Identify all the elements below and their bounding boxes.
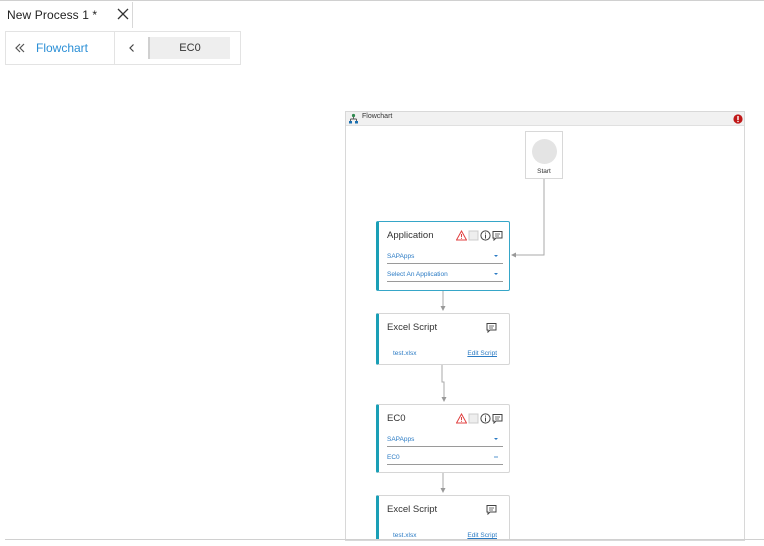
chevron-down-icon [494,438,498,440]
double-chevron-left-icon[interactable] [14,42,26,54]
application-field-1[interactable]: SAPApps [387,252,503,264]
breadcrumb: Flowchart EC0 [5,31,241,65]
flowchart-canvas[interactable]: Flowchart Start Application SAPApps Sele… [345,111,745,541]
warning-icon[interactable] [456,413,467,424]
window-top-border [0,0,764,1]
breadcrumb-flowchart-link[interactable]: Flowchart [36,41,88,55]
ec0-field-1[interactable]: SAPApps [387,435,503,447]
ec0-title: EC0 [387,413,406,424]
excel-file-name: test.xlsx [393,350,417,357]
ec0-field-1-value: SAPApps [387,436,415,443]
edit-script-link[interactable]: Edit Script [467,350,497,357]
chevron-down-icon [494,255,498,257]
toggle-icon[interactable] [468,413,479,424]
edit-script-link-2[interactable]: Edit Script [467,532,497,539]
application-field-2-value: Select An Application [387,271,448,278]
comment-icon[interactable] [492,413,503,424]
close-icon[interactable] [116,7,130,21]
comment-icon[interactable] [486,322,497,333]
excel-file-name-2: test.xlsx [393,532,417,539]
comment-icon[interactable] [486,504,497,515]
start-label: Start [537,168,551,175]
panel-bottom-border [5,539,764,540]
excel-script-node-2[interactable]: Excel Script test.xlsx Edit Script [376,495,510,540]
chevron-down-icon [494,273,498,275]
excel-script-title: Excel Script [387,322,438,333]
application-field-1-value: SAPApps [387,253,415,260]
chevron-left-icon[interactable] [127,43,137,53]
breadcrumb-divider [114,32,115,64]
application-node[interactable]: Application SAPApps Select An Applicatio… [376,221,510,291]
start-circle [532,139,557,164]
ec0-node-icons [456,413,503,424]
info-icon[interactable] [480,413,491,424]
toggle-icon[interactable] [468,230,479,241]
excel-script-node[interactable]: Excel Script test.xlsx Edit Script [376,313,510,365]
application-node-icons [456,230,503,241]
application-field-2[interactable]: Select An Application [387,270,503,282]
chevron-down-icon [494,456,498,458]
info-icon[interactable] [480,230,491,241]
breadcrumb-current: EC0 [148,37,230,59]
tab-title: New Process 1 * [7,8,98,22]
start-node[interactable]: Start [525,131,563,179]
ec0-node[interactable]: EC0 SAPApps EC0 [376,404,510,473]
ec0-field-2[interactable]: EC0 [387,453,503,465]
warning-icon[interactable] [456,230,467,241]
comment-icon[interactable] [492,230,503,241]
ec0-field-2-value: EC0 [387,454,400,461]
application-title: Application [387,230,434,241]
tab-new-process[interactable]: New Process 1 * [0,2,133,28]
excel-script-title-2: Excel Script [387,504,438,515]
